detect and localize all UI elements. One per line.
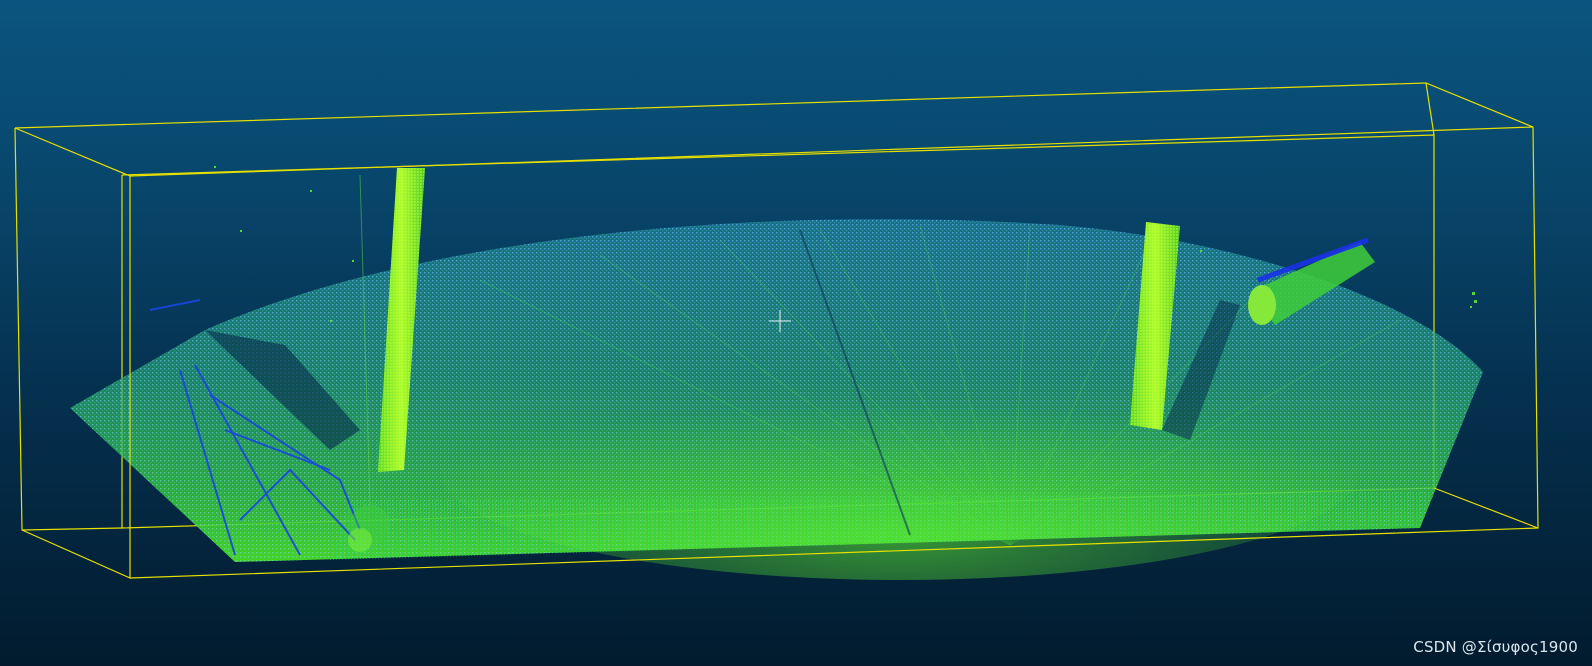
watermark-text: CSDN @Σίσυφος1900 — [1413, 638, 1578, 656]
point-cloud-viewport[interactable]: CSDN @Σίσυφος1900 — [0, 0, 1592, 666]
point-cloud-scene[interactable] — [0, 0, 1592, 666]
